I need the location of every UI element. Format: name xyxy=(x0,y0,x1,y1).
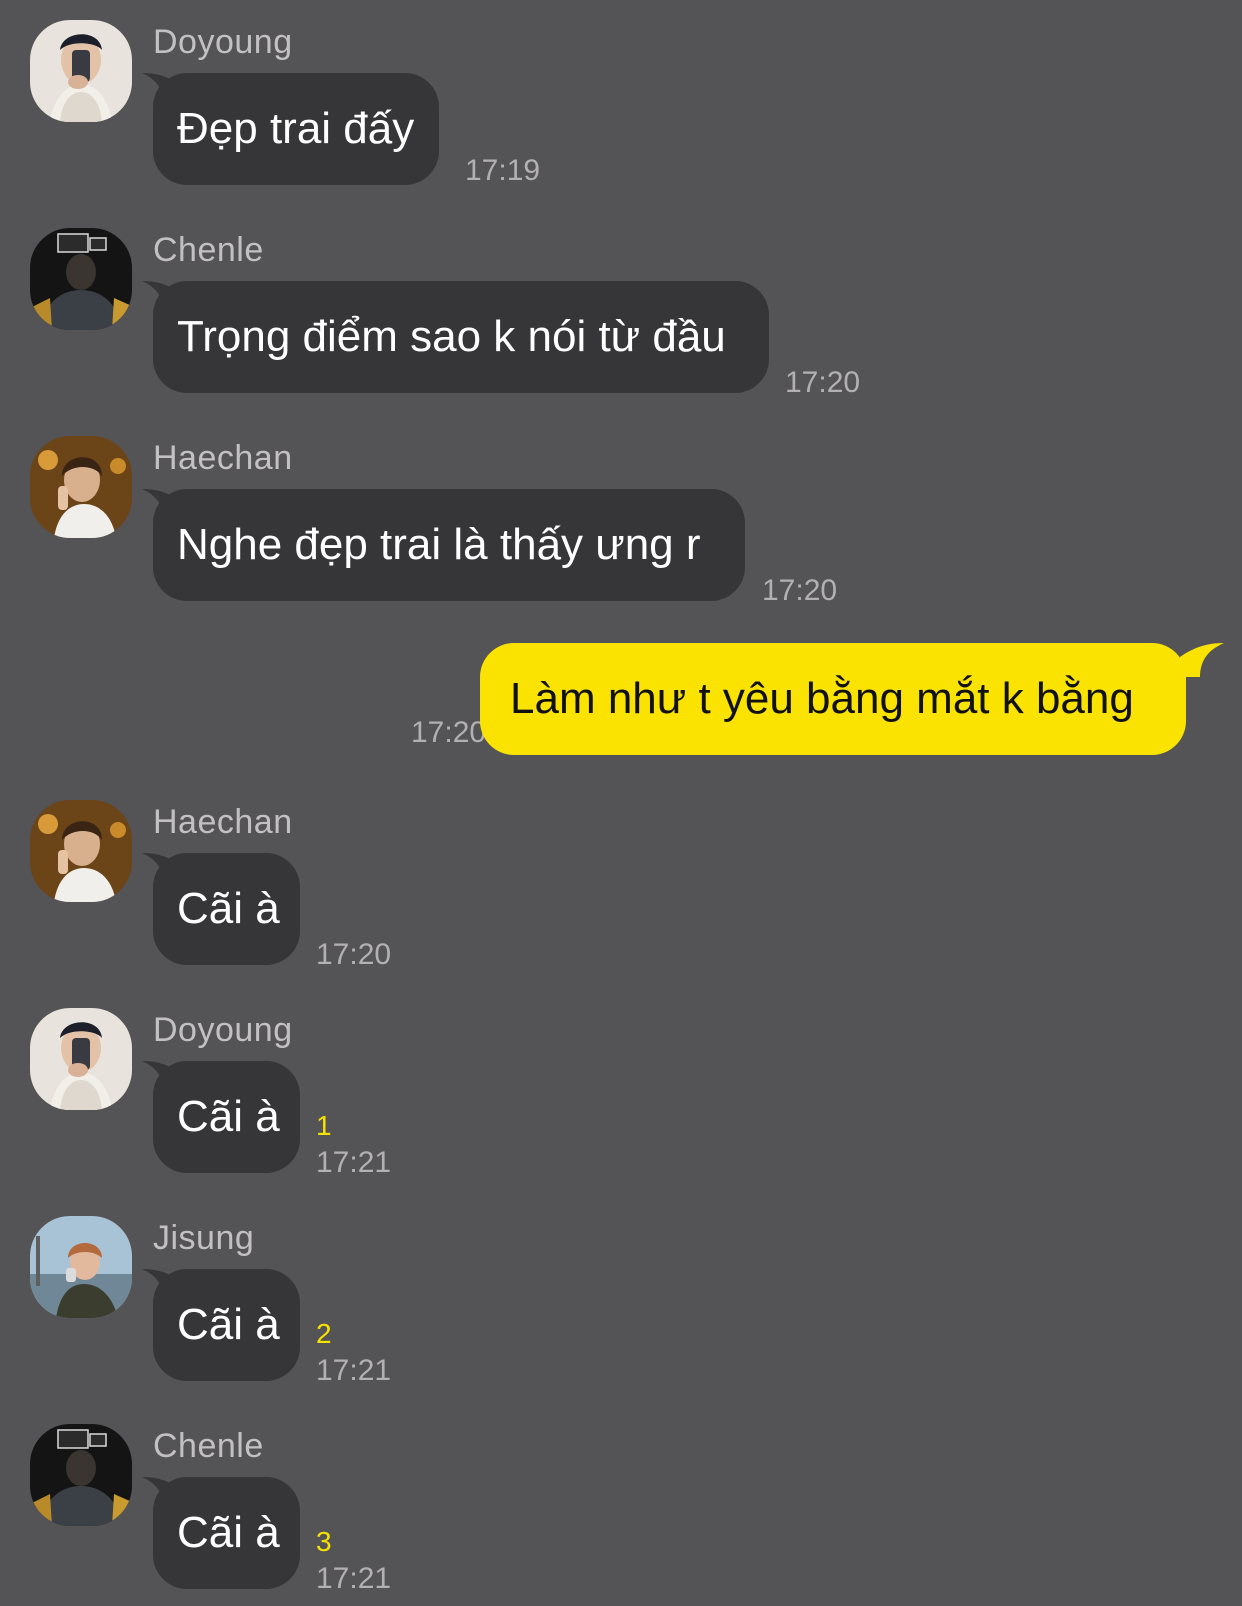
message-bubble[interactable]: Nghe đẹp trai là thấy ưng r xyxy=(153,489,745,601)
chat-message-list[interactable]: Doyoung Đẹp trai đấy 17:19 Chenle Trọng … xyxy=(0,0,1242,1606)
message-bubble[interactable]: Cãi à xyxy=(153,853,300,965)
message-time: 17:20 xyxy=(762,574,838,607)
sender-name: Chenle xyxy=(153,231,264,269)
message-time: 17:21 xyxy=(316,1354,392,1387)
sender-name: Jisung xyxy=(153,1219,255,1257)
message-bubble[interactable]: Cãi à xyxy=(153,1477,300,1589)
message-bubble[interactable]: Đẹp trai đấy xyxy=(153,73,439,185)
avatar-doyoung-image xyxy=(30,20,132,122)
avatar[interactable] xyxy=(30,436,132,538)
message-bubble[interactable]: Cãi à xyxy=(153,1061,300,1173)
avatar-haechan-image xyxy=(30,436,132,538)
avatar[interactable] xyxy=(30,1424,132,1526)
message-bubble[interactable]: Cãi à xyxy=(153,1269,300,1381)
avatar[interactable] xyxy=(30,1008,132,1110)
sender-name: Haechan xyxy=(153,803,293,841)
unread-count: 3 xyxy=(316,1526,332,1557)
sender-name: Doyoung xyxy=(153,23,293,61)
message-time: 17:20 xyxy=(316,938,392,971)
message-time: 17:20 xyxy=(785,366,861,399)
my-message-bubble[interactable]: Làm như t yêu bằng mắt k bằng xyxy=(480,643,1186,755)
message-bubble[interactable]: Trọng điểm sao k nói từ đầu xyxy=(153,281,769,393)
message-time: 17:20 xyxy=(411,716,487,749)
avatar[interactable] xyxy=(30,20,132,122)
avatar-chenle-image xyxy=(30,1424,132,1526)
avatar-jisung-image xyxy=(30,1216,132,1318)
avatar[interactable] xyxy=(30,1216,132,1318)
avatar-haechan-image xyxy=(30,800,132,902)
unread-count: 1 xyxy=(316,1110,332,1141)
message-time: 17:21 xyxy=(316,1146,392,1179)
avatar-doyoung-image xyxy=(30,1008,132,1110)
avatar[interactable] xyxy=(30,228,132,330)
unread-count: 2 xyxy=(316,1318,332,1349)
sender-name: Haechan xyxy=(153,439,293,477)
sender-name: Chenle xyxy=(153,1427,264,1465)
bubble-tail xyxy=(1180,643,1224,677)
avatar[interactable] xyxy=(30,800,132,902)
message-time: 17:19 xyxy=(465,154,541,187)
sender-name: Doyoung xyxy=(153,1011,293,1049)
avatar-chenle-image xyxy=(30,228,132,330)
message-time: 17:21 xyxy=(316,1562,392,1595)
